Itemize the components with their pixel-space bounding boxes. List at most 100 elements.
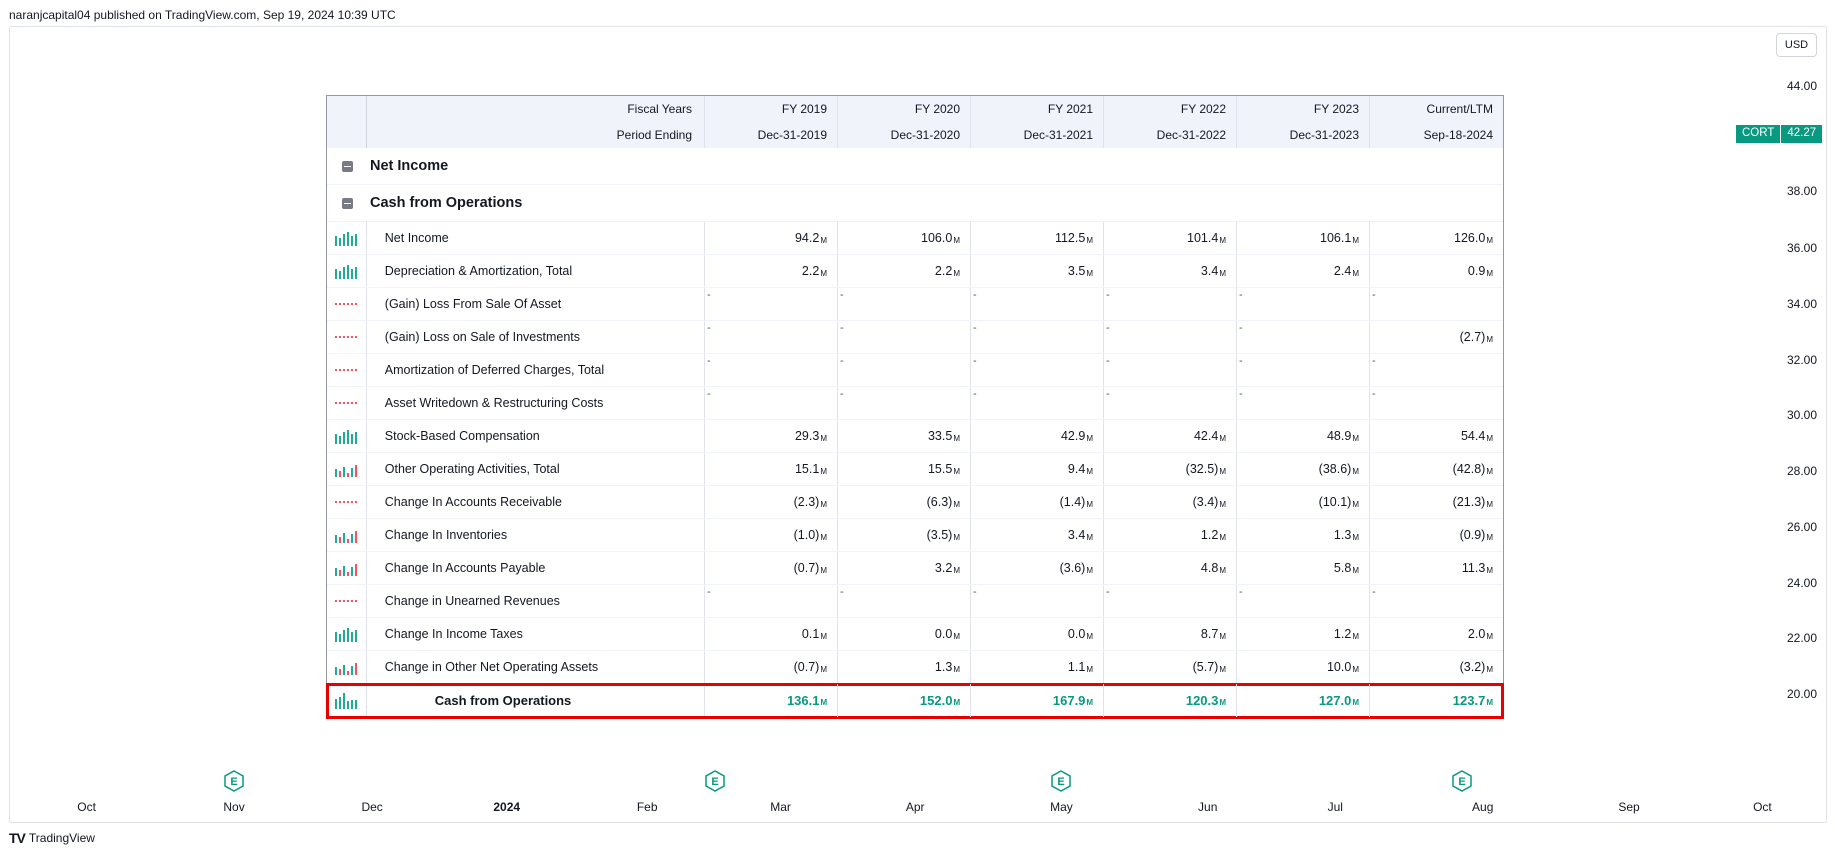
sparkline-icon <box>327 222 367 254</box>
section-net-income[interactable]: Net Income <box>327 148 1503 185</box>
tv-logo-text: TradingView <box>28 831 95 845</box>
price-tick: 38.00 <box>1786 184 1817 199</box>
earnings-icon[interactable]: E <box>224 770 244 792</box>
year-col: FY 2022 <box>1104 96 1238 122</box>
value-cell: 3.5 M <box>971 255 1104 287</box>
value-cell: (1.4) M <box>971 486 1104 518</box>
row-spark <box>335 329 358 345</box>
value-cell: 42.9 M <box>971 420 1104 452</box>
row-spark <box>335 593 358 609</box>
value-cell: 2.4 M <box>1237 255 1370 287</box>
value-cell: (3.2) M <box>1459 660 1493 674</box>
value-cell: 8.7 M <box>1104 618 1237 650</box>
row-label: Change In Income Taxes <box>367 618 705 650</box>
value-cell: - <box>1104 288 1237 320</box>
value-cell: - <box>971 354 1104 386</box>
value-cell: 1.2 M <box>1104 519 1237 551</box>
time-tick: Apr <box>905 800 925 814</box>
value-cell: - <box>1371 355 1376 367</box>
price-tick: 44.00 <box>1786 78 1817 93</box>
value-cell: 112.5 M <box>971 222 1104 254</box>
date-col: Dec-31-2022 <box>1104 122 1238 148</box>
price-tick: 24.00 <box>1786 576 1817 591</box>
row-spark <box>335 296 358 312</box>
table-row: Other Operating Activities, Total 15.1 M 15… <box>327 453 1503 486</box>
value-cell: 2.2 M <box>838 255 971 287</box>
value-cell: - <box>1371 289 1376 301</box>
time-tick: 2024 <box>493 800 521 814</box>
tv-logo-icon: TV <box>9 830 26 846</box>
time-tick: Sep <box>1618 800 1640 814</box>
value-cell: 15.1 M <box>705 453 838 485</box>
financials-table: Fiscal Years FY 2019 FY 2020 FY 2021 FY … <box>326 95 1504 719</box>
value-cell: 94.2 M <box>705 222 838 254</box>
price-tick: 26.00 <box>1786 519 1817 534</box>
row-spark <box>335 461 358 477</box>
earnings-icon[interactable]: E <box>705 770 725 792</box>
total-value: 123.7 M <box>1452 693 1493 708</box>
value-cell: (3.5) M <box>838 519 971 551</box>
value-cell: - <box>971 585 1104 617</box>
value-cell: (2.3) M <box>705 486 838 518</box>
row-label: Other Operating Activities, Total <box>367 453 705 485</box>
sparkline-icon <box>327 255 367 287</box>
row-spark <box>335 560 358 576</box>
svg-text:E: E <box>230 776 237 788</box>
row-spark <box>335 626 358 642</box>
time-tick: Feb <box>636 800 658 814</box>
value-cell: 0.0 M <box>838 618 971 650</box>
value-cell: 2.2 M <box>705 255 838 287</box>
table-row: Change In Accounts Payable (0.7) M 3.2 M (3.6… <box>327 552 1503 585</box>
collapse-icon[interactable] <box>341 160 353 172</box>
table-row: (Gain) Loss From Sale Of Asset - - - - - - <box>327 288 1503 321</box>
table-header-years: Fiscal Years FY 2019 FY 2020 FY 2021 FY … <box>327 96 1503 122</box>
value-cell: (42.8) M <box>1452 462 1493 476</box>
value-cell: - <box>705 585 838 617</box>
value-cell: (2.7) M <box>1459 330 1493 344</box>
collapse-button[interactable] <box>327 185 367 221</box>
value-cell: 1.3 M <box>1237 519 1370 551</box>
value-cell: - <box>1104 387 1237 419</box>
tradingview-logo[interactable]: TV TradingView <box>9 830 95 846</box>
fiscal-years-label: Fiscal Years <box>367 96 706 122</box>
value-cell: 2.0 M <box>1467 627 1493 641</box>
price-tick: 32.00 <box>1786 353 1817 368</box>
value-cell: 11.3 M <box>1461 561 1493 575</box>
earnings-icon[interactable]: E <box>1451 770 1472 792</box>
sparkline-icon <box>327 486 367 518</box>
row-spark <box>335 230 358 246</box>
value-cell: - <box>838 288 971 320</box>
header-icon-cell <box>327 96 367 122</box>
table-header-dates: Period Ending Dec-31-2019 Dec-31-2020 De… <box>327 122 1503 148</box>
value-cell: 48.9 M <box>1237 420 1370 452</box>
symbol-label: CORT <box>1736 125 1782 143</box>
table-row: Change In Accounts Receivable (2.3) M (6.3)… <box>327 486 1503 519</box>
row-label: Net Income <box>367 222 705 254</box>
row-label: Change in Other Net Operating Assets <box>367 651 705 683</box>
table-row: Net Income 94.2 M 106.0 M 112.5 M 101.4 M 106.1 M 1… <box>327 222 1503 255</box>
table-row: Asset Writedown & Restructuring Costs - - -… <box>327 387 1503 420</box>
currency-button[interactable]: USD <box>1776 33 1817 57</box>
price-tick: 34.00 <box>1786 296 1817 311</box>
price-tick: 22.00 <box>1786 631 1817 646</box>
value-cell: - <box>1237 585 1370 617</box>
value-cell: - <box>838 387 971 419</box>
collapse-button[interactable] <box>327 148 367 184</box>
price-value: 42.27 <box>1781 125 1823 143</box>
value-cell: 1.1 M <box>971 651 1104 683</box>
value-cell: (10.1) M <box>1237 486 1370 518</box>
sparkline-icon <box>327 288 367 320</box>
value-cell: - <box>838 321 971 353</box>
value-cell: - <box>1237 354 1370 386</box>
table-row: Change In Income Taxes 0.1 M 0.0 M 0.0 M 8.7 M 1.… <box>327 618 1503 651</box>
row-spark <box>335 494 358 510</box>
section-cash-from-operations[interactable]: Cash from Operations <box>327 185 1503 222</box>
row-label: Depreciation & Amortization, Total <box>367 255 705 287</box>
earnings-icon[interactable]: E <box>1051 770 1072 792</box>
time-tick: Dec <box>361 800 383 814</box>
total-value: 120.3 M <box>1104 684 1238 717</box>
value-cell: 101.4 M <box>1104 222 1237 254</box>
table-row: Change in Unearned Revenues - - - - - - <box>327 585 1503 618</box>
value-cell: 126.0 M <box>1454 231 1493 245</box>
collapse-icon[interactable] <box>341 197 353 209</box>
